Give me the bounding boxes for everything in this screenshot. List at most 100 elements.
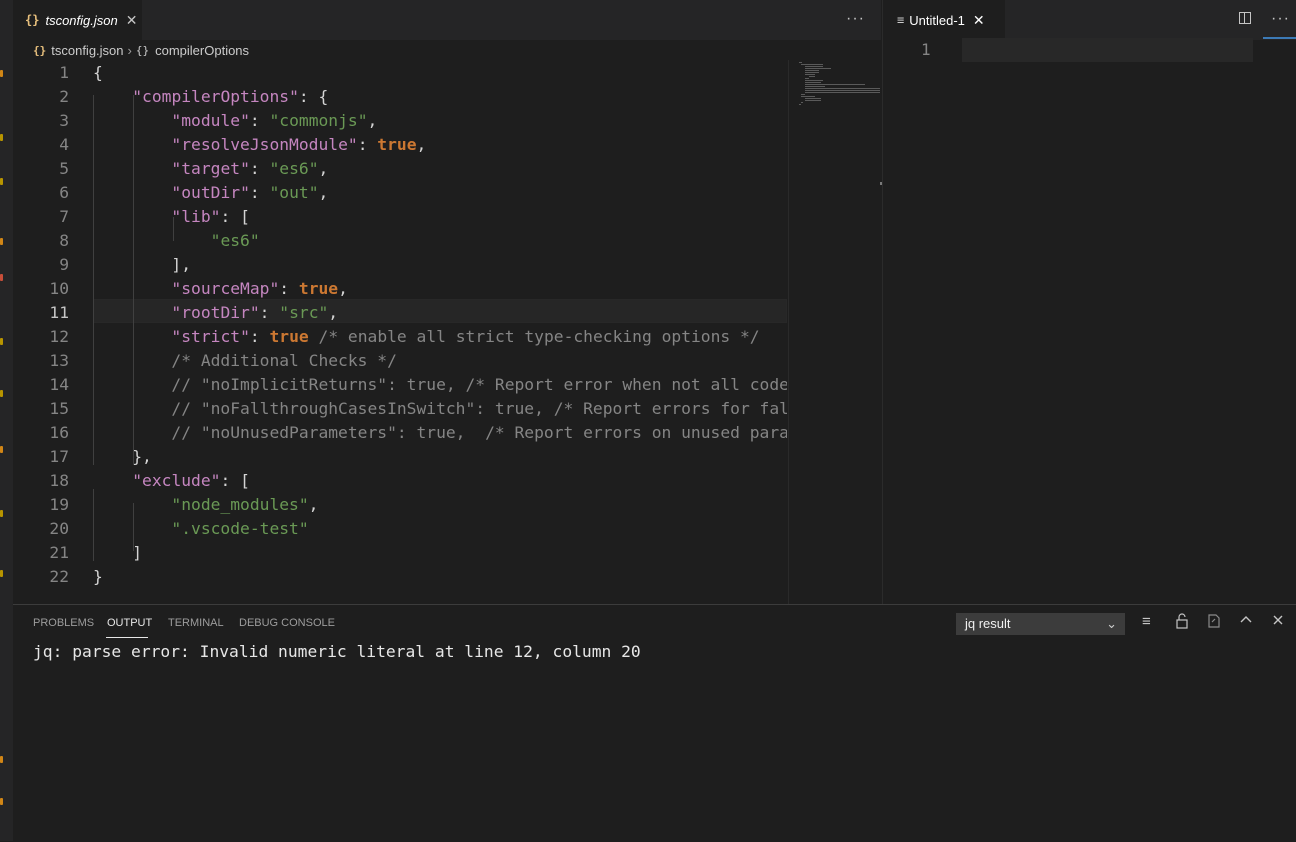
line-number: 16: [49, 423, 69, 442]
code-line[interactable]: 19 "node_modules",: [13, 493, 787, 517]
code-text: "compilerOptions": {: [132, 87, 329, 106]
output-text: jq: parse error: Invalid numeric literal…: [33, 642, 641, 661]
line-number: 21: [49, 543, 69, 562]
breadcrumb-file[interactable]: tsconfig.json: [51, 43, 123, 58]
code-line[interactable]: 4 "resolveJsonModule": true,: [13, 133, 787, 157]
code-text: "lib": [: [171, 207, 250, 226]
code-text: "resolveJsonModule": true,: [171, 135, 427, 154]
maximize-panel-icon[interactable]: [1239, 613, 1253, 631]
marker: [0, 70, 3, 77]
marker: [0, 446, 3, 453]
object-braces-icon: {}: [135, 43, 150, 57]
code-text: "strict": true /* enable all strict type…: [171, 327, 760, 346]
code-editor[interactable]: 1{2 "compilerOptions": {3 "module": "com…: [13, 61, 787, 601]
tab-tsconfig[interactable]: {} tsconfig.json ✕: [13, 0, 142, 40]
code-line[interactable]: 21 ]: [13, 541, 787, 565]
code-text: },: [93, 447, 152, 466]
code-text: "node_modules",: [171, 495, 319, 514]
scroll-indicator: [1263, 37, 1296, 39]
clear-output-icon[interactable]: ≡: [1142, 613, 1151, 630]
code-text: ".vscode-test": [171, 519, 309, 538]
code-line[interactable]: 22}: [13, 565, 787, 589]
code-line[interactable]: 12 "strict": true /* enable all strict t…: [13, 325, 787, 349]
code-text: /* Additional Checks */: [171, 351, 397, 370]
code-text: "es6": [210, 231, 260, 250]
code-line[interactable]: 13 /* Additional Checks */: [13, 349, 787, 373]
close-icon[interactable]: ✕: [126, 12, 138, 29]
code-text: "exclude": [: [132, 471, 250, 490]
lock-scroll-icon[interactable]: [1175, 613, 1189, 633]
line-number: 15: [49, 399, 69, 418]
output-channel-select[interactable]: jq result ⌄: [956, 613, 1125, 635]
code-text: "module": "commonjs",: [171, 111, 378, 130]
bottom-panel: PROBLEMS OUTPUT TERMINAL DEBUG CONSOLE j…: [13, 604, 1296, 842]
tab-debug-console[interactable]: DEBUG CONSOLE: [239, 617, 335, 629]
breadcrumb-symbol[interactable]: compilerOptions: [155, 43, 249, 58]
code-line[interactable]: 9 ],: [13, 253, 787, 277]
open-log-icon[interactable]: [1206, 613, 1222, 633]
tab-bar: ≡ Untitled-1 ✕ ···: [883, 0, 1296, 40]
line-number: 18: [49, 471, 69, 490]
marker: [0, 238, 3, 245]
tab-terminal[interactable]: TERMINAL: [168, 617, 224, 629]
code-text: ],: [93, 255, 192, 274]
tab-problems[interactable]: PROBLEMS: [33, 617, 94, 629]
line-number: 4: [59, 135, 69, 154]
code-line[interactable]: 7 "lib": [: [13, 205, 787, 229]
more-actions-icon[interactable]: ···: [1271, 10, 1290, 28]
code-line[interactable]: 20 ".vscode-test": [13, 517, 787, 541]
marker: [0, 390, 3, 397]
marker: [0, 510, 3, 517]
activity-strip: [0, 0, 13, 841]
code-line[interactable]: 14 // "noImplicitReturns": true, /* Repo…: [13, 373, 787, 397]
code-line[interactable]: 8 "es6": [13, 229, 787, 253]
tab-untitled[interactable]: ≡ Untitled-1 ✕: [883, 0, 1005, 40]
close-panel-icon[interactable]: [1271, 613, 1285, 631]
tab-label: tsconfig.json: [45, 12, 118, 28]
code-text: // "noImplicitReturns": true, /* Report …: [171, 375, 787, 394]
code-text: {: [93, 63, 103, 82]
code-text: ]: [93, 543, 143, 562]
marker: [0, 338, 3, 345]
line-number: 3: [59, 111, 69, 130]
line-number: 2: [59, 87, 69, 106]
code-text: "target": "es6",: [171, 159, 329, 178]
tab-label: Untitled-1: [909, 12, 965, 28]
code-line[interactable]: 2 "compilerOptions": {: [13, 85, 787, 109]
line-number: 14: [49, 375, 69, 394]
code-line[interactable]: 18 "exclude": [: [13, 469, 787, 493]
code-text: "sourceMap": true,: [171, 279, 348, 298]
tab-bar: {} tsconfig.json ✕ ···: [13, 0, 881, 40]
right-editor-group: ≡ Untitled-1 ✕ ··· 1: [882, 0, 1296, 604]
code-line[interactable]: 3 "module": "commonjs",: [13, 109, 787, 133]
minimap[interactable]: [788, 60, 881, 604]
code-line[interactable]: 10 "sourceMap": true,: [13, 277, 787, 301]
code-line[interactable]: 5 "target": "es6",: [13, 157, 787, 181]
code-line[interactable]: 11 "rootDir": "src",: [13, 301, 787, 325]
line-number: 1: [59, 63, 69, 82]
active-tab-indicator: [106, 637, 148, 638]
json-braces-icon: {}: [25, 13, 40, 27]
code-line[interactable]: 16 // "noUnusedParameters": true, /* Rep…: [13, 421, 787, 445]
more-actions-icon[interactable]: ···: [846, 10, 865, 28]
select-value: jq result: [965, 616, 1011, 631]
line-number: 12: [49, 327, 69, 346]
line-number: 11: [49, 303, 69, 322]
minimap-preview: [799, 62, 881, 105]
code-line[interactable]: 1{: [13, 61, 787, 85]
code-text: "rootDir": "src",: [171, 303, 339, 322]
split-editor-icon[interactable]: [1239, 12, 1251, 24]
code-line[interactable]: 15 // "noFallthroughCasesInSwitch": true…: [13, 397, 787, 421]
close-icon[interactable]: ✕: [973, 12, 985, 29]
line-number: 5: [59, 159, 69, 178]
code-text: // "noFallthroughCasesInSwitch": true, /…: [171, 399, 787, 418]
marker: [0, 134, 3, 141]
marker: [0, 178, 3, 185]
code-line[interactable]: 6 "outDir": "out",: [13, 181, 787, 205]
line-number: 1: [921, 40, 931, 59]
code-line[interactable]: 17 },: [13, 445, 787, 469]
line-number: 8: [59, 231, 69, 250]
code-text: }: [93, 567, 103, 586]
line-number: 10: [49, 279, 69, 298]
tab-output[interactable]: OUTPUT: [107, 617, 152, 629]
